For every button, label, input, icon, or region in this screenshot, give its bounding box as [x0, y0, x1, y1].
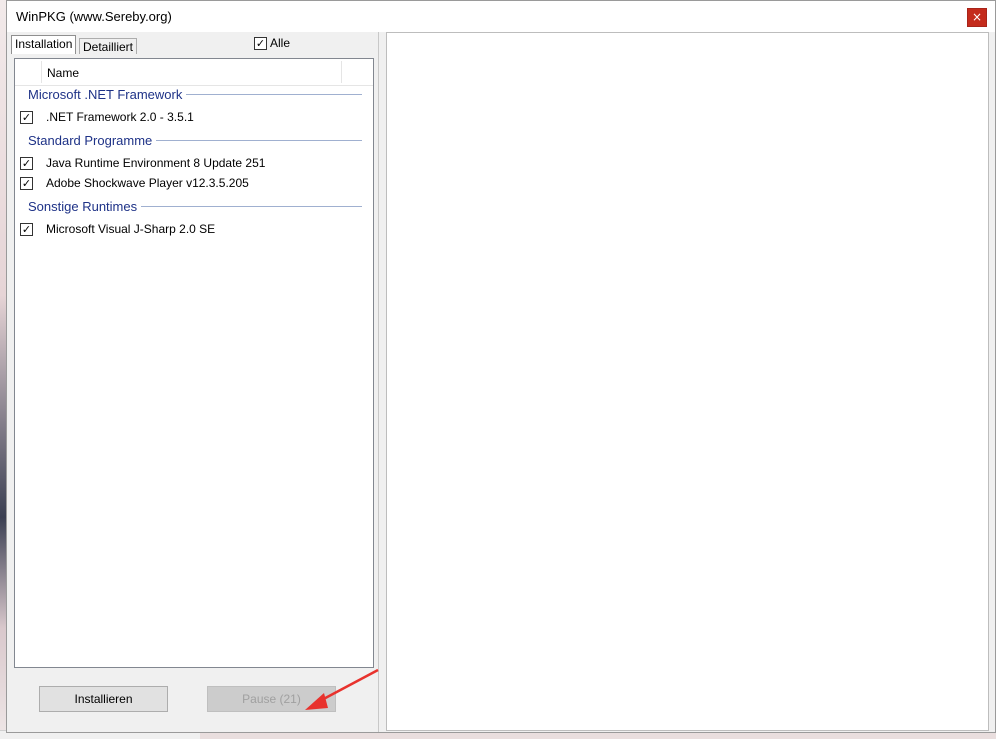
title-bar[interactable]: WinPKG (www.Sereby.org) × — [7, 1, 995, 32]
header-divider — [41, 61, 42, 83]
item-checkbox[interactable]: ✓ — [20, 176, 33, 190]
details-pane — [386, 32, 989, 731]
list-item[interactable]: ✓ Java Runtime Environment 8 Update 251 — [20, 156, 265, 170]
tab-detailliert[interactable]: Detailliert — [79, 38, 138, 54]
group-header-sonstige-runtimes: Sonstige Runtimes — [28, 199, 362, 214]
select-all-checkbox[interactable]: ✓ — [254, 36, 267, 50]
item-checkbox[interactable]: ✓ — [20, 110, 33, 124]
close-button[interactable]: × — [967, 8, 987, 27]
group-title: Microsoft .NET Framework — [28, 87, 183, 102]
select-all-toggle[interactable]: ✓ Alle — [254, 36, 290, 50]
left-pane: Installation Detailliert ✓ Alle Name Mic… — [7, 32, 379, 732]
winpkg-window: WinPKG (www.Sereby.org) × Installation D… — [6, 0, 996, 733]
item-checkbox[interactable]: ✓ — [20, 222, 33, 236]
list-item[interactable]: ✓ .NET Framework 2.0 - 3.5.1 — [20, 110, 194, 124]
group-divider — [186, 94, 362, 95]
item-label: .NET Framework 2.0 - 3.5.1 — [46, 110, 194, 124]
group-title: Sonstige Runtimes — [28, 199, 138, 214]
list-item[interactable]: ✓ Microsoft Visual J-Sharp 2.0 SE — [20, 222, 215, 236]
item-label: Java Runtime Environment 8 Update 251 — [46, 156, 266, 170]
item-checkbox[interactable]: ✓ — [20, 156, 33, 170]
window-title: WinPKG (www.Sereby.org) — [16, 9, 172, 24]
red-arrow-icon — [305, 668, 379, 710]
group-header-standard-programme: Standard Programme — [28, 133, 362, 148]
group-header-net-framework: Microsoft .NET Framework — [28, 87, 362, 102]
item-label: Microsoft Visual J-Sharp 2.0 SE — [46, 222, 216, 236]
header-divider — [341, 61, 342, 83]
install-button[interactable]: Installieren — [39, 686, 168, 712]
list-header: Name — [15, 59, 373, 86]
group-divider — [141, 206, 362, 207]
group-title: Standard Programme — [28, 133, 153, 148]
item-label: Adobe Shockwave Player v12.3.5.205 — [46, 176, 249, 190]
list-item[interactable]: ✓ Adobe Shockwave Player v12.3.5.205 — [20, 176, 249, 190]
package-list[interactable]: Name Microsoft .NET Framework ✓ .NET Fra… — [14, 58, 374, 668]
tab-installation[interactable]: Installation — [11, 35, 77, 54]
group-divider — [156, 140, 362, 141]
column-header-name[interactable]: Name — [47, 66, 79, 80]
select-all-label: Alle — [270, 36, 291, 50]
